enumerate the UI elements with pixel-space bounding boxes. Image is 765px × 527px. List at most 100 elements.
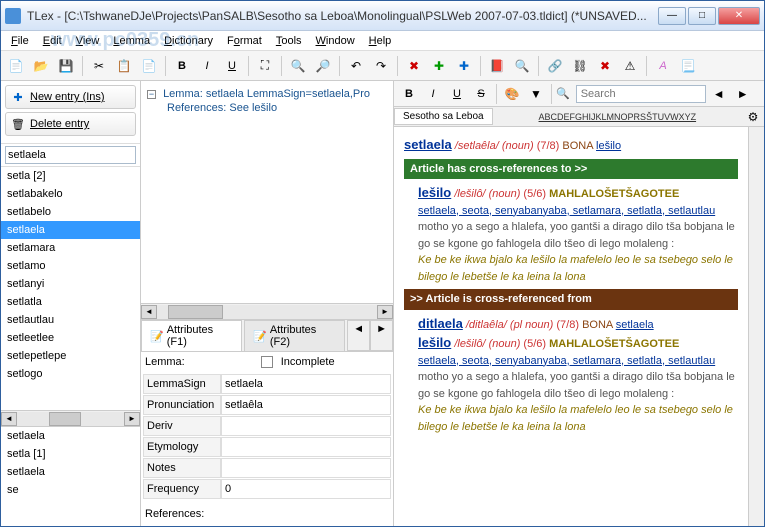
tab-attributes-1[interactable]: 📝 Attributes (F1) (141, 320, 242, 351)
tool-italic-icon[interactable]: I (196, 55, 218, 77)
delete-entry-button[interactable]: 🗑 Delete entry (5, 112, 136, 136)
list-item[interactable]: setlamo (1, 257, 140, 275)
list-item[interactable]: setlanyi (1, 275, 140, 293)
hscrollbar[interactable]: ◄ ► (1, 410, 140, 426)
list-item[interactable]: setlabelo (1, 203, 140, 221)
tool-book-icon[interactable]: 📕 (486, 55, 508, 77)
menu-format[interactable]: Format (221, 33, 268, 49)
search-prev-icon[interactable]: ◄ (708, 83, 730, 105)
alphabet-nav[interactable]: ABCDEFGHIJKLMNOPRSŠTUVWXYZ (493, 112, 742, 122)
menu-help[interactable]: Help (363, 33, 398, 49)
tool-unlink-icon[interactable]: ⛓ (569, 55, 591, 77)
maximize-button[interactable]: □ (688, 7, 716, 25)
preview-color-icon[interactable]: 🎨 (501, 83, 523, 105)
list-item[interactable]: setlautlau (1, 311, 140, 329)
word-list[interactable]: setla [2]setlabakelosetlabelosetlaelaset… (1, 167, 140, 410)
preview-italic-icon[interactable]: I (422, 83, 444, 105)
list-item[interactable]: setlamara (1, 239, 140, 257)
tree-root[interactable]: − Lemma: setlaela LemmaSign=setlaela,Pro (147, 87, 387, 101)
list-item[interactable]: setlaela (1, 463, 140, 481)
tool-expand-icon[interactable]: ⛶ (254, 55, 276, 77)
tool-google-icon[interactable]: 🔍 (511, 55, 533, 77)
attr-value[interactable] (221, 416, 391, 436)
tool-underline-icon[interactable]: U (221, 55, 243, 77)
lang-settings-icon[interactable]: ⚙ (742, 106, 764, 128)
tool-add-blue-icon[interactable]: ✚ (453, 55, 475, 77)
tool-save-icon[interactable]: 💾 (55, 55, 77, 77)
preview-underline-icon[interactable]: U (446, 83, 468, 105)
tool-open-icon[interactable]: 📂 (30, 55, 52, 77)
menu-tools[interactable]: Tools (270, 33, 308, 49)
list-item[interactable]: setlogo (1, 365, 140, 383)
tool-font-icon[interactable]: A (652, 55, 674, 77)
list-item[interactable]: setlatla (1, 293, 140, 311)
attr-value[interactable]: setlaêla (221, 395, 391, 415)
tool-paste-icon[interactable]: 📄 (138, 55, 160, 77)
list-item[interactable]: setlaela (1, 427, 140, 445)
attr-value[interactable] (221, 458, 391, 478)
tool-undo-icon[interactable]: ↶ (345, 55, 367, 77)
list-item[interactable]: setla [2] (1, 167, 140, 185)
search-input[interactable] (5, 146, 136, 164)
tool-cut-icon[interactable]: ✂ (88, 55, 110, 77)
tool-copy-icon[interactable]: 📋 (113, 55, 135, 77)
tool-zoom-out-icon[interactable]: 🔎 (312, 55, 334, 77)
list-item[interactable]: setleetlee (1, 329, 140, 347)
preview-strike-icon[interactable]: S (470, 83, 492, 105)
list-item[interactable]: setlepetlepe (1, 347, 140, 365)
tool-doc-icon[interactable]: 📃 (677, 55, 699, 77)
menu-file[interactable]: File (5, 33, 35, 49)
see-link[interactable]: lešilo (596, 140, 621, 152)
tool-redo-icon[interactable]: ↷ (370, 55, 392, 77)
menu-dictionary[interactable]: Dictionary (158, 33, 219, 49)
tree-child[interactable]: References: See lešilo (167, 101, 387, 115)
tool-remove-red-icon[interactable]: ✖ (594, 55, 616, 77)
preview-bold-icon[interactable]: B (398, 83, 420, 105)
tree-toggle-icon[interactable]: − (147, 90, 156, 99)
tool-add-green-icon[interactable]: ✚ (428, 55, 450, 77)
preview-search-input[interactable] (576, 85, 706, 103)
tool-bold-icon[interactable]: B (171, 55, 193, 77)
attr-value[interactable]: 0 (221, 479, 391, 499)
close-button[interactable]: ✕ (718, 7, 760, 25)
tool-warn-icon[interactable]: ⚠ (619, 55, 641, 77)
menu-edit[interactable]: Edit (37, 33, 68, 49)
word-list-2[interactable]: setlaelasetla [1]setlaelase (1, 426, 140, 526)
tool-zoom-in-icon[interactable]: 🔍 (287, 55, 309, 77)
tree-view[interactable]: − Lemma: setlaela LemmaSign=setlaela,Pro… (141, 81, 393, 303)
list-item[interactable]: setla [1] (1, 445, 140, 463)
sub-headword[interactable]: lešilo (418, 185, 451, 200)
tool-delete-icon[interactable]: ✖ (403, 55, 425, 77)
list-item[interactable]: setlabakelo (1, 185, 140, 203)
menu-view[interactable]: View (70, 33, 106, 49)
article-preview: setlaela /setlaêla/ (noun) (7/8) BONA le… (394, 127, 748, 526)
incomplete-checkbox[interactable] (261, 356, 273, 368)
list-item[interactable]: se (1, 481, 140, 499)
tab-prev-icon[interactable]: ◄ (347, 320, 370, 351)
menu-lemma[interactable]: Lemma (107, 33, 156, 49)
new-entry-button[interactable]: ✚ New entry (Ins) (5, 85, 136, 109)
attr-value[interactable]: setlaela (221, 374, 391, 394)
tool-new-icon[interactable]: 📄 (5, 55, 27, 77)
menu-window[interactable]: Window (310, 33, 361, 49)
tree-hscrollbar[interactable]: ◄ ► (141, 303, 393, 319)
tab-attributes-2[interactable]: 📝 Attributes (F2) (244, 320, 345, 351)
tool-link-icon[interactable]: 🔗 (544, 55, 566, 77)
language-tab[interactable]: Sesotho sa Leboa (394, 108, 493, 125)
list-item[interactable]: setlaela (1, 221, 140, 239)
example-text: Ke be ke ikwa bjalo ka lešilo la mafelel… (418, 252, 738, 285)
tab-next-icon[interactable]: ► (370, 320, 393, 351)
search-next-icon[interactable]: ► (732, 83, 754, 105)
incomplete-label: Incomplete (281, 356, 335, 368)
crossref-links[interactable]: setlaela, seota, senyabanyaba, setlamara… (418, 205, 715, 217)
scroll-thumb[interactable] (49, 412, 81, 426)
scroll-left-icon[interactable]: ◄ (1, 412, 17, 426)
article-vscrollbar[interactable] (748, 127, 764, 526)
middle-panel: − Lemma: setlaela LemmaSign=setlaela,Pro… (141, 81, 394, 526)
preview-filter-icon[interactable]: ▼ (525, 83, 547, 105)
scroll-right-icon[interactable]: ► (124, 412, 140, 426)
minimize-button[interactable]: — (658, 7, 686, 25)
headword[interactable]: setlaela (404, 137, 452, 152)
attr-value[interactable] (221, 437, 391, 457)
right-panel: B I U S 🎨 ▼ 🔍 ◄ ► Sesotho sa Leboa ABCDE… (394, 81, 764, 526)
